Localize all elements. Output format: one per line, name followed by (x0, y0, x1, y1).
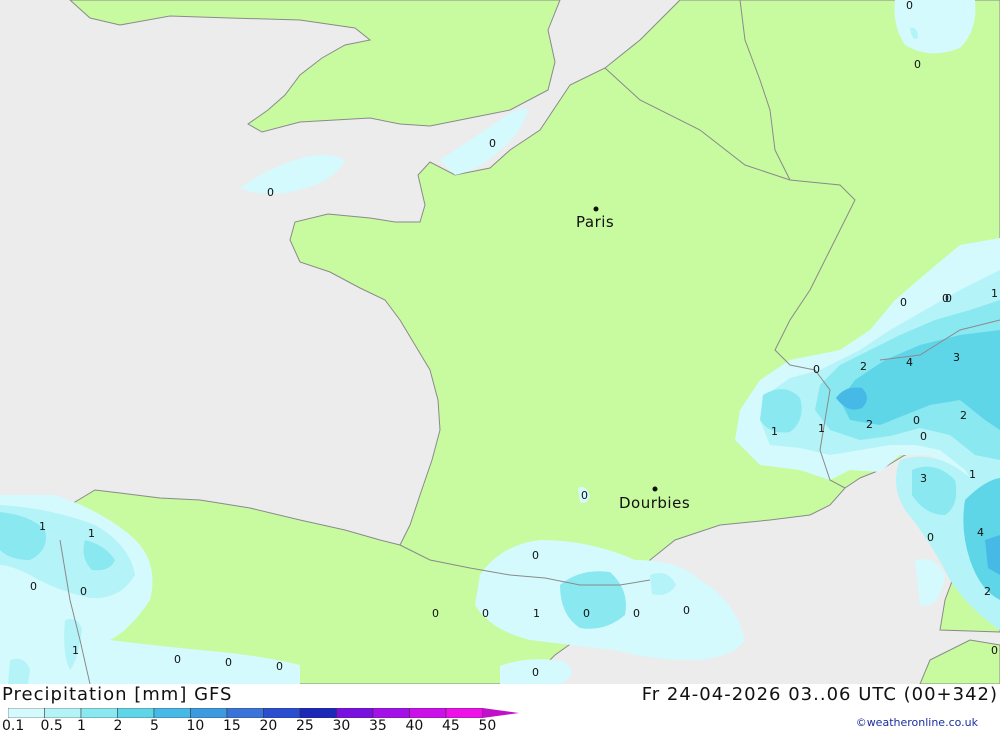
value-label: 4 (906, 356, 913, 369)
legend-label: 50 (478, 718, 497, 734)
city-marker (652, 486, 658, 492)
footer: Precipitation [mm] GFS Fr 24-04-2026 03.… (0, 684, 1000, 734)
value-label: 0 (581, 489, 588, 502)
value-label: 0 (80, 585, 87, 598)
map-title: Precipitation [mm] GFS (2, 684, 233, 705)
value-label: 0 (174, 653, 181, 666)
value-label: 1 (969, 468, 976, 481)
value-label: 0 (900, 296, 907, 309)
value-label: 1 (818, 422, 825, 435)
value-label: 2 (866, 418, 873, 431)
value-label: 0 (532, 549, 539, 562)
value-label: 0 (432, 607, 439, 620)
legend-label: 25 (296, 718, 314, 734)
value-label: 2 (960, 409, 967, 422)
legend-label: 15 (223, 718, 241, 734)
color-legend: 0.1 0.5 1 2 5 10 15 20 25 30 35 40 45 50 (2, 708, 528, 734)
value-label: 1 (72, 644, 79, 657)
legend-label: 30 (332, 718, 351, 734)
legend-swatch (190, 708, 228, 718)
value-label: 0 (927, 531, 934, 544)
legend-swatch (117, 708, 155, 718)
legend-label: 2 (113, 718, 123, 734)
value-label: 0 (913, 414, 920, 427)
value-label: 0 (482, 607, 489, 620)
value-label: 0 (683, 604, 690, 617)
value-label: 0 (813, 363, 820, 376)
legend-bar (8, 708, 519, 718)
legend-label: 1 (77, 718, 86, 734)
legend-swatch (372, 708, 410, 718)
value-label: 1 (771, 425, 778, 438)
legend-label: 0.5 (40, 718, 63, 734)
value-label: 3 (920, 472, 927, 485)
legend-swatch (226, 708, 264, 718)
value-label: 2 (984, 585, 991, 598)
value-label: 0 (267, 186, 274, 199)
value-label: 1 (991, 287, 998, 300)
legend-label: 10 (186, 718, 205, 734)
legend-swatch (153, 708, 191, 718)
legend-swatch (336, 708, 374, 718)
value-label: 0 (532, 666, 539, 679)
value-label: 0 (583, 607, 590, 620)
value-label: 0 (30, 580, 37, 593)
city-marker (593, 206, 599, 212)
value-label: 0 (276, 660, 283, 673)
value-label: 0 (942, 292, 949, 305)
value-label: 0 (920, 430, 927, 443)
legend-swatch (8, 708, 45, 718)
value-label: 0 (633, 607, 640, 620)
value-label: 0 (489, 137, 496, 150)
legend-label: 0.1 (2, 718, 25, 734)
legend-label: 35 (369, 718, 387, 734)
legend-swatch (263, 708, 301, 718)
value-label: 0 (914, 58, 921, 71)
legend-arrow (482, 708, 519, 718)
legend-label: 45 (442, 718, 460, 734)
legend-swatch (299, 708, 337, 718)
credit-link[interactable]: ©weatheronline.co.uk (856, 716, 978, 729)
legend-label: 40 (405, 718, 424, 734)
legend-swatch (409, 708, 447, 718)
value-label: 0 (991, 644, 998, 657)
legend-label: 20 (259, 718, 278, 734)
value-label: 1 (39, 520, 46, 533)
legend-swatch (445, 708, 483, 718)
value-label: 3 (953, 351, 960, 364)
legend-swatch (44, 708, 82, 718)
legend-label: 5 (150, 718, 159, 734)
value-label: 0 (906, 0, 913, 12)
city-label: Dourbies (619, 494, 690, 512)
value-label: 1 (533, 607, 540, 620)
precipitation-map: Paris Dourbies 0 0 0 0 0 0 0 2 4 3 1 1 1… (0, 0, 1000, 684)
value-label: 0 (225, 656, 232, 669)
value-label: 4 (977, 526, 984, 539)
valid-time: Fr 24-04-2026 03..06 UTC (00+342) (641, 684, 998, 705)
value-label: 2 (860, 360, 867, 373)
city-label: Paris (576, 213, 614, 231)
legend-swatch (80, 708, 118, 718)
value-label: 1 (88, 527, 95, 540)
